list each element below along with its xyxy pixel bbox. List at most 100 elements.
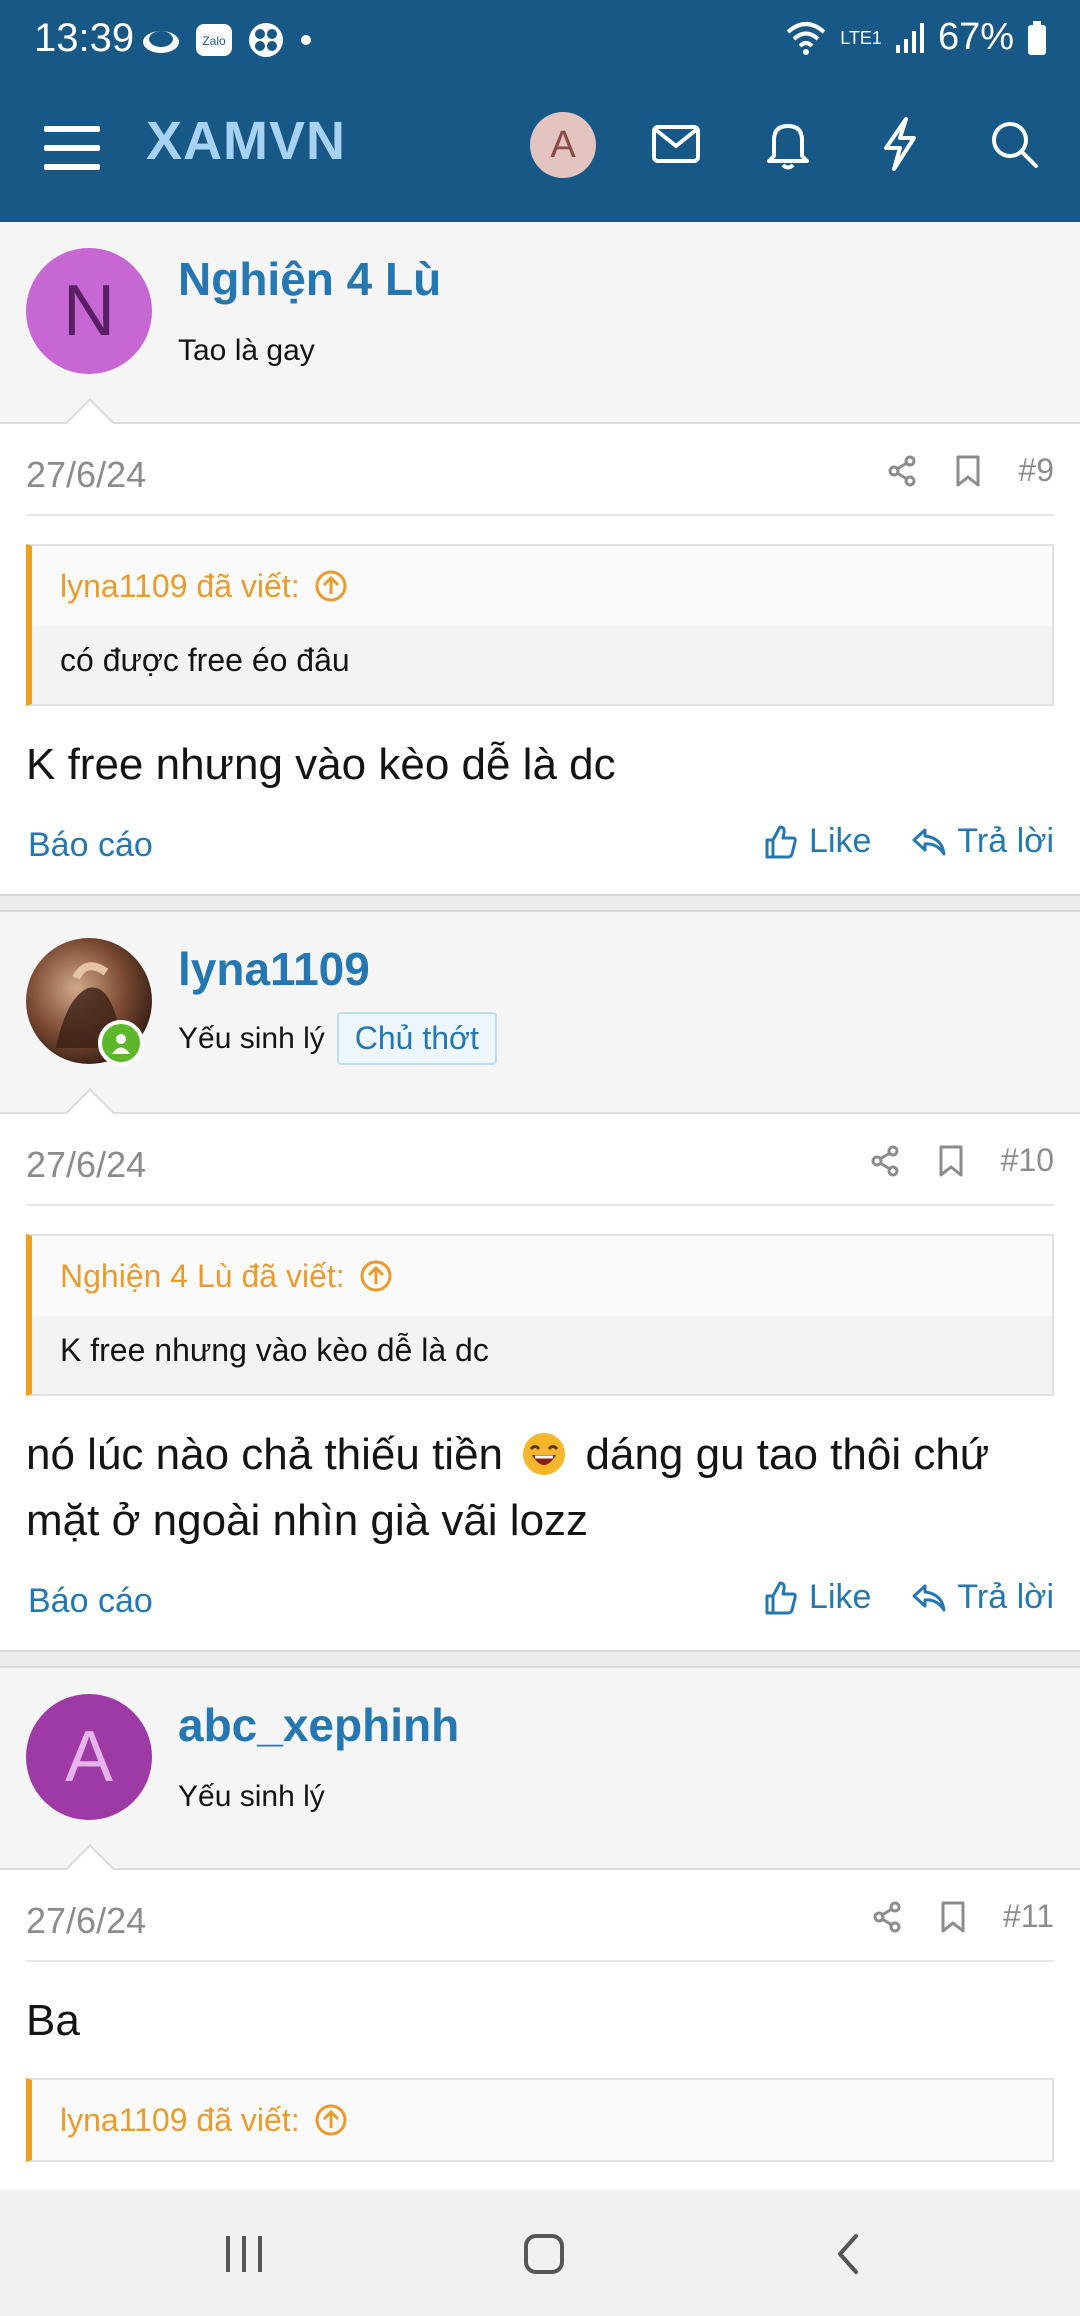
reply-label: Trả lời <box>957 822 1054 860</box>
user-block: lyna1109 Yếu sinh lý Chủ thớt <box>0 912 1080 1115</box>
reply-icon <box>912 828 946 855</box>
user-title: Yếu sinh lý <box>178 1021 325 1055</box>
post-number[interactable]: #10 <box>1001 1142 1054 1179</box>
quote-author[interactable]: lyna1109 đã viết: <box>60 568 300 605</box>
search-icon[interactable] <box>984 114 1044 174</box>
cloud-icon <box>143 31 179 53</box>
bookmark-icon[interactable] <box>954 454 982 488</box>
signal-icon <box>895 22 924 53</box>
post-9: N Nghiện 4 Lù Tao là gay 27/6/24 #9 lyna… <box>0 222 1080 894</box>
back-icon[interactable] <box>818 2224 878 2284</box>
wifi-icon <box>786 21 826 55</box>
flower-icon <box>249 23 283 57</box>
quote-block: Nghiện 4 Lù đã viết: K free nhưng vào kè… <box>26 1234 1054 1396</box>
thread-content: N Nghiện 4 Lù Tao là gay 27/6/24 #9 lyna… <box>0 222 1080 2190</box>
quote-header[interactable]: lyna1109 đã viết: <box>32 546 1052 626</box>
bell-icon[interactable] <box>758 114 818 174</box>
dot-icon <box>301 35 311 45</box>
site-logo[interactable]: XAMVN <box>146 110 346 172</box>
arrow-up-circle-icon[interactable] <box>314 569 348 603</box>
post-separator <box>0 894 1080 912</box>
home-icon[interactable] <box>514 2224 574 2284</box>
reply-icon <box>912 1584 946 1611</box>
username[interactable]: abc_xephinh <box>178 1698 459 1752</box>
share-icon[interactable] <box>869 1145 901 1177</box>
quote-author[interactable]: Nghiện 4 Lù đã viết: <box>60 1258 345 1295</box>
post-date[interactable]: 27/6/24 <box>26 1144 146 1186</box>
quote-author[interactable]: lyna1109 đã viết: <box>60 2102 300 2139</box>
message-part-1: nó lúc nào chả thiếu tiền <box>26 1430 504 1479</box>
app-bar: XAMVN A <box>0 82 1080 222</box>
quote-block: lyna1109 đã viết: <box>26 2078 1054 2162</box>
quote-text: có được free éo đâu <box>32 626 1052 704</box>
bookmark-icon[interactable] <box>937 1144 965 1178</box>
user-title-row: Yếu sinh lý Chủ thớt <box>178 1012 497 1065</box>
mail-icon[interactable] <box>646 114 706 174</box>
username[interactable]: Nghiện 4 Lù <box>178 252 441 306</box>
svg-text:Zalo: Zalo <box>202 34 226 48</box>
post-meta-actions: #9 <box>886 452 1054 489</box>
share-icon[interactable] <box>871 1901 903 1933</box>
zalo-icon: Zalo <box>196 24 232 56</box>
status-bar: 13:39 Zalo LTE1 67% <box>0 0 1080 82</box>
post-meta: 27/6/24 #10 <box>26 1114 1054 1206</box>
like-label: Like <box>809 1578 872 1616</box>
post-action-right: Like Trả lời <box>763 1578 1054 1617</box>
post-meta-actions: #10 <box>869 1142 1054 1179</box>
post-meta-actions: #11 <box>871 1898 1054 1935</box>
status-time: 13:39 <box>34 16 135 60</box>
user-avatar[interactable]: A <box>26 1694 152 1820</box>
post-action-right: Like Trả lời <box>763 822 1054 861</box>
top-bar: 13:39 Zalo LTE1 67% XAMVN A <box>0 0 1080 222</box>
thread-starter-badge: Chủ thớt <box>336 1012 497 1065</box>
account-avatar[interactable]: A <box>530 112 596 178</box>
notification-icons: Zalo <box>140 20 314 60</box>
thumbs-up-icon <box>765 1581 797 1614</box>
quote-header[interactable]: lyna1109 đã viết: <box>32 2080 1052 2160</box>
report-link[interactable]: Báo cáo <box>28 1582 153 1621</box>
reply-button[interactable]: Trả lời <box>911 822 1054 861</box>
thumbs-up-icon <box>765 825 797 858</box>
share-icon[interactable] <box>886 455 918 487</box>
post-number[interactable]: #11 <box>1003 1898 1054 1935</box>
caret <box>64 398 116 425</box>
network-label: LTE1 <box>840 27 882 48</box>
caret <box>64 1088 116 1115</box>
arrow-up-circle-icon[interactable] <box>359 1259 393 1293</box>
report-link[interactable]: Báo cáo <box>28 826 153 865</box>
like-button[interactable]: Like <box>763 822 871 861</box>
laughing-emoji-icon <box>523 1433 566 1475</box>
online-badge-icon <box>98 1020 144 1066</box>
post-actions: Báo cáo Like Trả lời <box>26 798 1054 894</box>
caret <box>64 1844 116 1871</box>
recent-apps-icon[interactable] <box>214 2224 274 2284</box>
post-date[interactable]: 27/6/24 <box>26 1900 146 1942</box>
reply-button[interactable]: Trả lời <box>911 1578 1054 1617</box>
bookmark-icon[interactable] <box>939 1900 967 1934</box>
like-button[interactable]: Like <box>763 1578 871 1617</box>
lightning-icon[interactable] <box>870 114 930 174</box>
post-meta: 27/6/24 #11 <box>26 1870 1054 1962</box>
arrow-up-circle-icon[interactable] <box>314 2103 348 2137</box>
post-separator <box>0 1650 1080 1668</box>
status-right: LTE1 67% <box>784 16 1048 59</box>
post-message: nó lúc nào chả thiếu tiền dáng gu tao th… <box>26 1422 1054 1554</box>
user-title: Tao là gay <box>178 334 315 367</box>
battery-icon <box>1028 20 1046 55</box>
post-10: lyna1109 Yếu sinh lý Chủ thớt 27/6/24 #1… <box>0 912 1080 1650</box>
username[interactable]: lyna1109 <box>178 942 370 996</box>
post-number[interactable]: #9 <box>1018 452 1054 489</box>
quote-block: lyna1109 đã viết: có được free éo đâu <box>26 544 1054 706</box>
post-date[interactable]: 27/6/24 <box>26 454 146 496</box>
post-11: A abc_xephinh Yếu sinh lý 27/6/24 #11 Ba… <box>0 1668 1080 2162</box>
user-avatar[interactable]: N <box>26 248 152 374</box>
user-title: Yếu sinh lý <box>178 1780 325 1813</box>
menu-icon[interactable] <box>42 118 102 178</box>
post-message: K free nhưng vào kèo dễ là dc <box>26 740 616 789</box>
user-block: N Nghiện 4 Lù Tao là gay <box>0 222 1080 425</box>
reply-label: Trả lời <box>957 1578 1054 1616</box>
post-message: Ba <box>26 1996 80 2045</box>
post-actions: Báo cáo Like Trả lời <box>26 1554 1054 1650</box>
post-meta: 27/6/24 #9 <box>26 424 1054 516</box>
quote-header[interactable]: Nghiện 4 Lù đã viết: <box>32 1236 1052 1316</box>
